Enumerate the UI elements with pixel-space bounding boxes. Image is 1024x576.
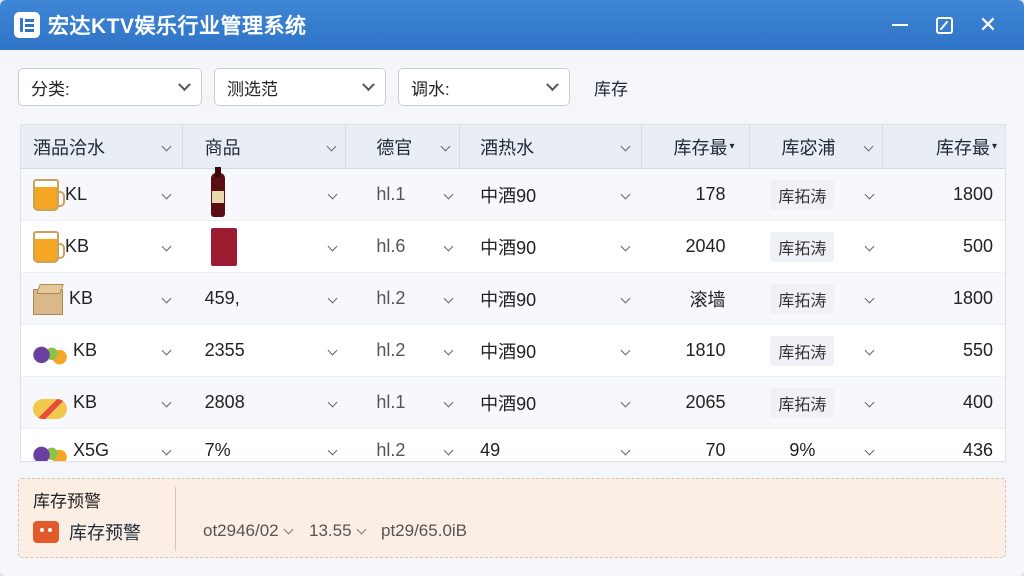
stat-value-3: pt29/65.0iB xyxy=(381,521,468,540)
chevron-down-icon xyxy=(620,141,631,152)
chevron-down-icon[interactable] xyxy=(443,241,454,252)
wine-bottle-icon xyxy=(210,166,225,217)
chevron-down-icon xyxy=(546,77,559,91)
wine-box-icon xyxy=(210,227,237,266)
table-row[interactable]: KB 459, hl.2 中酒90 滚墙 库拓涛 1800 xyxy=(21,273,1005,325)
chevron-down-icon[interactable] xyxy=(864,293,875,304)
chevron-down-icon xyxy=(440,141,451,152)
sort-icon: ▾ xyxy=(991,141,998,152)
drinks-filter-label: 调水: xyxy=(411,79,450,99)
close-button[interactable]: ✕ xyxy=(966,10,1010,40)
stock-label: 库存 xyxy=(594,79,628,99)
chevron-down-icon xyxy=(326,141,337,152)
table-row[interactable]: X5G 7% hl.2 49 70 9% 436 xyxy=(21,429,1005,461)
filter-bar: 分类: 测选范 调水: 库存 xyxy=(18,68,628,106)
stock-warning-panel: 库存预警 库存预警 ot2946/02 13.55 pt29/65.0iB xyxy=(18,478,1006,558)
chevron-down-icon[interactable] xyxy=(161,445,172,456)
close-icon: ✕ xyxy=(978,12,998,37)
stock-warning-alert[interactable]: 库存预警 xyxy=(33,519,141,545)
chevron-down-icon[interactable] xyxy=(620,445,631,456)
column-header-stock-max[interactable]: 库存最 ▾ xyxy=(883,125,1005,169)
table-header: 酒品洽水 商品 德官 酒热水 库存最 ▾ 库宓浦 库存最 ▾ xyxy=(21,125,1005,169)
divider xyxy=(175,487,176,551)
chevron-down-icon[interactable] xyxy=(327,445,338,456)
app-logo-icon xyxy=(14,12,40,38)
warning-icon xyxy=(33,521,59,543)
chevron-down-icon xyxy=(178,77,191,91)
column-header-type[interactable]: 酒热水 xyxy=(460,125,642,169)
window-controls: ✕ xyxy=(878,10,1010,40)
chevron-down-icon xyxy=(362,77,375,91)
table-row[interactable]: KB 2808 hl.1 中酒90 2065 库拓涛 400 xyxy=(21,377,1005,429)
chevron-down-icon[interactable] xyxy=(620,397,631,408)
beer-icon xyxy=(33,230,65,263)
chevron-down-icon[interactable] xyxy=(161,293,172,304)
restore-button[interactable] xyxy=(922,10,966,40)
chevron-down-icon[interactable] xyxy=(443,445,454,456)
table-body: KL hl.1 中酒90 178 库拓涛 1800 KB hl.6 中酒90 2… xyxy=(21,166,1005,461)
stat-dropdown-1[interactable]: ot2946/02 xyxy=(203,521,294,541)
chevron-down-icon[interactable] xyxy=(327,293,338,304)
chevron-down-icon[interactable] xyxy=(864,397,875,408)
chevron-down-icon xyxy=(283,524,294,534)
window-title: 宏达KTV娱乐行业管理系统 xyxy=(48,15,307,38)
fruit-icon xyxy=(33,444,67,461)
minimize-button[interactable] xyxy=(878,10,922,40)
chevron-down-icon[interactable] xyxy=(161,189,172,200)
column-header-name[interactable]: 酒品洽水 xyxy=(21,125,183,169)
restore-icon xyxy=(935,16,953,34)
range-filter[interactable]: 测选范 xyxy=(214,68,386,106)
stat-dropdown-2[interactable]: 13.55 xyxy=(309,521,366,541)
chevron-down-icon[interactable] xyxy=(161,397,172,408)
minimize-icon xyxy=(892,24,908,26)
category-filter-label: 分类: xyxy=(31,79,70,99)
status-badge: 库拓涛 xyxy=(770,231,835,262)
chevron-down-icon[interactable] xyxy=(443,293,454,304)
status-badge: 库拓涛 xyxy=(770,335,835,366)
chevron-down-icon xyxy=(161,141,172,152)
fruit-icon xyxy=(33,344,67,367)
inventory-table: 酒品洽水 商品 德官 酒热水 库存最 ▾ 库宓浦 库存最 ▾ KL hl.1 中… xyxy=(20,124,1006,462)
status-badge: 库拓涛 xyxy=(770,283,835,314)
table-row[interactable]: KB 2355 hl.2 中酒90 1810 库拓涛 550 xyxy=(21,325,1005,377)
chevron-down-icon[interactable] xyxy=(161,345,172,356)
column-header-sku[interactable]: 德官 xyxy=(346,125,461,169)
chevron-down-icon[interactable] xyxy=(864,189,875,200)
chevron-down-icon[interactable] xyxy=(161,241,172,252)
chevron-down-icon[interactable] xyxy=(327,241,338,252)
chevron-down-icon[interactable] xyxy=(327,397,338,408)
column-header-status[interactable]: 库宓浦 xyxy=(750,125,884,169)
panel-title: 库存预警 xyxy=(33,492,101,511)
chevron-down-icon[interactable] xyxy=(620,293,631,304)
chevron-down-icon[interactable] xyxy=(864,241,875,252)
chevron-down-icon[interactable] xyxy=(620,241,631,252)
chevron-down-icon[interactable] xyxy=(620,189,631,200)
chevron-down-icon[interactable] xyxy=(327,345,338,356)
beer-icon xyxy=(33,178,65,211)
status-badge: 库拓涛 xyxy=(770,387,835,418)
chevron-down-icon[interactable] xyxy=(620,345,631,356)
table-row[interactable]: KL hl.1 中酒90 178 库拓涛 1800 xyxy=(21,166,1005,221)
chevron-down-icon[interactable] xyxy=(443,397,454,408)
chevron-down-icon xyxy=(863,141,874,152)
chevron-down-icon[interactable] xyxy=(443,189,454,200)
column-header-product[interactable]: 商品 xyxy=(183,125,347,169)
range-filter-label: 测选范 xyxy=(227,79,278,99)
category-filter[interactable]: 分类: xyxy=(18,68,202,106)
sort-icon: ▾ xyxy=(729,141,735,152)
chevron-down-icon[interactable] xyxy=(864,445,875,456)
chevron-down-icon[interactable] xyxy=(327,189,338,200)
drinks-filter[interactable]: 调水: xyxy=(398,68,570,106)
chevron-down-icon[interactable] xyxy=(864,345,875,356)
table-row[interactable]: KB hl.6 中酒90 2040 库拓涛 500 xyxy=(21,221,1005,273)
app-window: 宏达KTV娱乐行业管理系统 ✕ 分类: 测选范 调水: 库存 酒品洽水 商品 德… xyxy=(0,0,1024,576)
chevron-down-icon xyxy=(356,524,366,534)
cheese-plate-icon xyxy=(33,398,67,419)
box-icon xyxy=(33,288,63,315)
column-header-stock[interactable]: 库存最 ▾ xyxy=(642,125,750,169)
alert-label: 库存预警 xyxy=(69,523,141,543)
title-bar: 宏达KTV娱乐行业管理系统 ✕ xyxy=(0,0,1024,50)
chevron-down-icon[interactable] xyxy=(443,345,454,356)
status-badge: 库拓涛 xyxy=(770,179,835,210)
